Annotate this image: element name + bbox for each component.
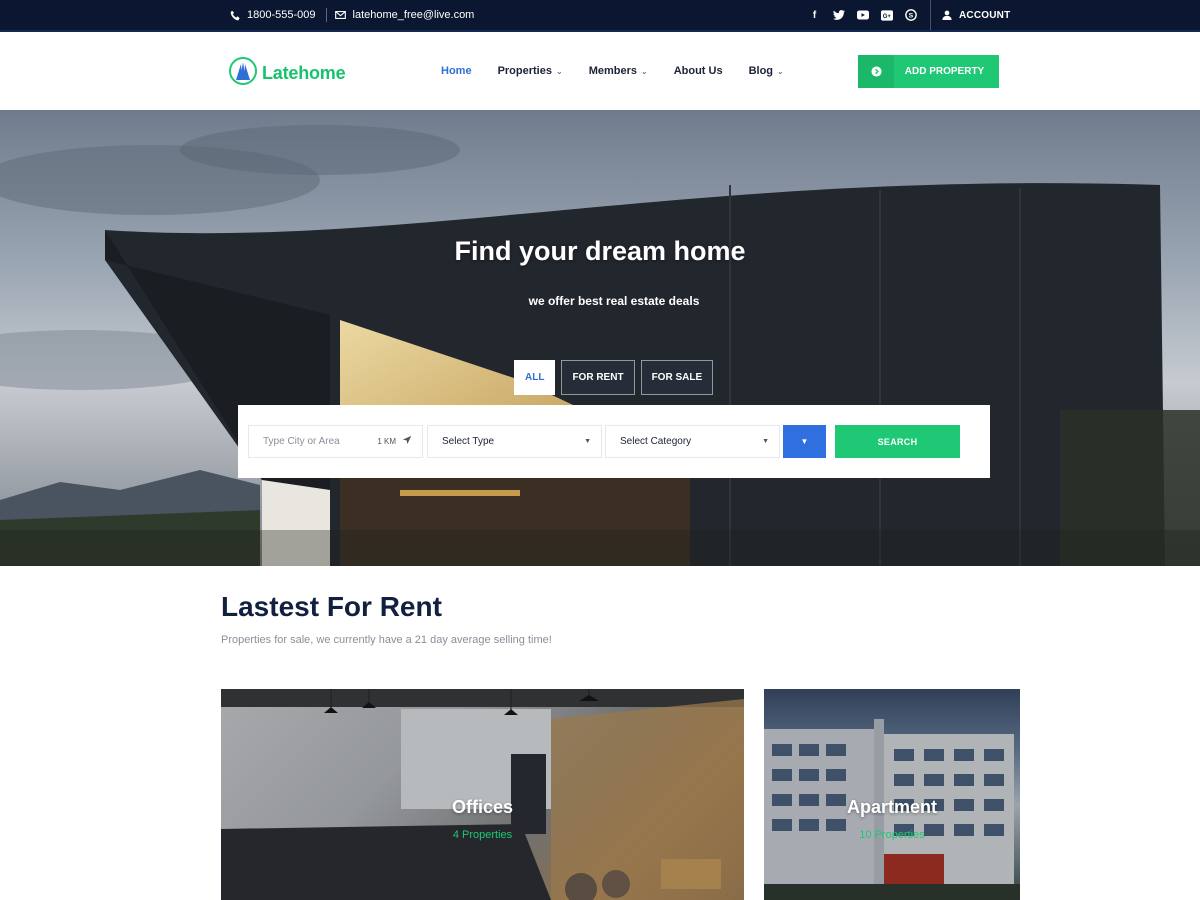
main-nav: Home Properties ⌄ Members ⌄ About Us Blo… xyxy=(441,32,810,110)
email-address[interactable]: latehome_free@live.com xyxy=(353,9,475,21)
skype-icon[interactable]: S xyxy=(904,9,917,22)
user-icon xyxy=(941,9,953,21)
nav-item-label: Properties xyxy=(497,65,552,77)
google-plus-icon[interactable]: G+ xyxy=(880,9,893,22)
nav-item-blog[interactable]: Blog ⌄ xyxy=(749,65,784,77)
card-title: Offices xyxy=(451,797,514,817)
category-card-offices[interactable]: Offices 4 Properties xyxy=(221,689,744,900)
city-search-input[interactable]: Type City or Area 1 KM xyxy=(248,425,423,458)
type-select-value: Select Type xyxy=(442,436,495,447)
add-property-button[interactable]: ADD PROPERTY xyxy=(858,55,999,88)
category-select[interactable]: Select Category ▼ xyxy=(605,425,780,458)
nav-item-about-us[interactable]: About Us xyxy=(674,65,723,77)
nav-item-home[interactable]: Home xyxy=(441,65,472,77)
chevron-down-icon: ⌄ xyxy=(777,66,784,76)
twitter-icon[interactable] xyxy=(832,9,845,22)
site-header: Latehome Home Properties ⌄ Members ⌄ Abo… xyxy=(0,32,1200,110)
listing-type-tabs: ALL FOR RENT FOR SALE xyxy=(514,360,714,395)
logo[interactable]: Latehome xyxy=(228,56,346,91)
phone-icon xyxy=(229,9,241,21)
card-count: 4 Properties xyxy=(452,829,513,841)
account-label: ACCOUNT xyxy=(959,9,1011,21)
card-overlay xyxy=(764,689,1020,900)
top-bar: 1800-555-009 latehome_free@live.com f G+… xyxy=(0,0,1200,32)
divider xyxy=(325,8,327,22)
card-title: Apartment xyxy=(846,797,937,817)
search-panel: Type City or Area 1 KM Select Type ▼ Sel… xyxy=(238,405,990,478)
radius-value[interactable]: 1 KM xyxy=(377,437,396,446)
nav-item-label: Home xyxy=(441,65,472,77)
social-links: f G+ S xyxy=(808,0,917,30)
svg-text:S: S xyxy=(908,13,913,20)
tab-for-sale[interactable]: FOR SALE xyxy=(640,360,714,395)
hero-title: Find your dream home xyxy=(454,236,746,266)
caret-down-icon: ▼ xyxy=(762,438,769,445)
search-button[interactable]: SEARCH xyxy=(835,425,960,458)
chevron-down-icon: ⌄ xyxy=(640,66,648,76)
card-count: 10 Properties xyxy=(859,829,925,841)
section-subtitle: Properties for sale, we currently have a… xyxy=(221,634,552,646)
hero-banner: Find your dream home we offer best real … xyxy=(0,110,1200,566)
phone-number[interactable]: 1800-555-009 xyxy=(247,9,316,21)
nav-item-label: About Us xyxy=(673,65,723,77)
location-arrow-icon[interactable] xyxy=(402,435,412,448)
contact-info: 1800-555-009 latehome_free@live.com xyxy=(229,0,474,30)
advanced-search-toggle[interactable]: ▼ xyxy=(783,425,826,458)
nav-item-properties[interactable]: Properties ⌄ xyxy=(498,65,563,77)
youtube-icon[interactable] xyxy=(856,9,869,22)
nav-item-label: Blog xyxy=(748,65,774,77)
card-overlay xyxy=(221,689,744,900)
caret-down-icon: ▼ xyxy=(800,437,809,446)
account-link[interactable]: ACCOUNT xyxy=(930,0,1010,30)
envelope-icon xyxy=(335,9,347,21)
add-property-label: ADD PROPERTY xyxy=(904,66,985,77)
logo-icon xyxy=(228,56,258,91)
category-card-apartment[interactable]: Apartment 10 Properties xyxy=(764,689,1020,900)
section-title: Lastest For Rent xyxy=(221,591,442,622)
hero-subtitle: we offer best real estate deals xyxy=(528,294,700,308)
arrow-circle-icon xyxy=(858,55,894,88)
chevron-down-icon: ⌄ xyxy=(555,66,563,76)
type-select[interactable]: Select Type ▼ xyxy=(427,425,602,458)
svg-text:G+: G+ xyxy=(882,14,891,20)
nav-item-label: Members xyxy=(588,65,637,77)
hero-house-image xyxy=(0,110,1200,566)
city-placeholder: Type City or Area xyxy=(263,436,340,447)
caret-down-icon: ▼ xyxy=(584,438,591,445)
tab-all[interactable]: ALL xyxy=(514,360,556,395)
nav-item-members[interactable]: Members ⌄ xyxy=(589,65,648,77)
category-select-value: Select Category xyxy=(620,436,692,447)
logo-text: Latehome xyxy=(262,63,346,83)
tab-for-rent[interactable]: FOR RENT xyxy=(561,360,635,395)
facebook-icon[interactable]: f xyxy=(808,9,821,22)
